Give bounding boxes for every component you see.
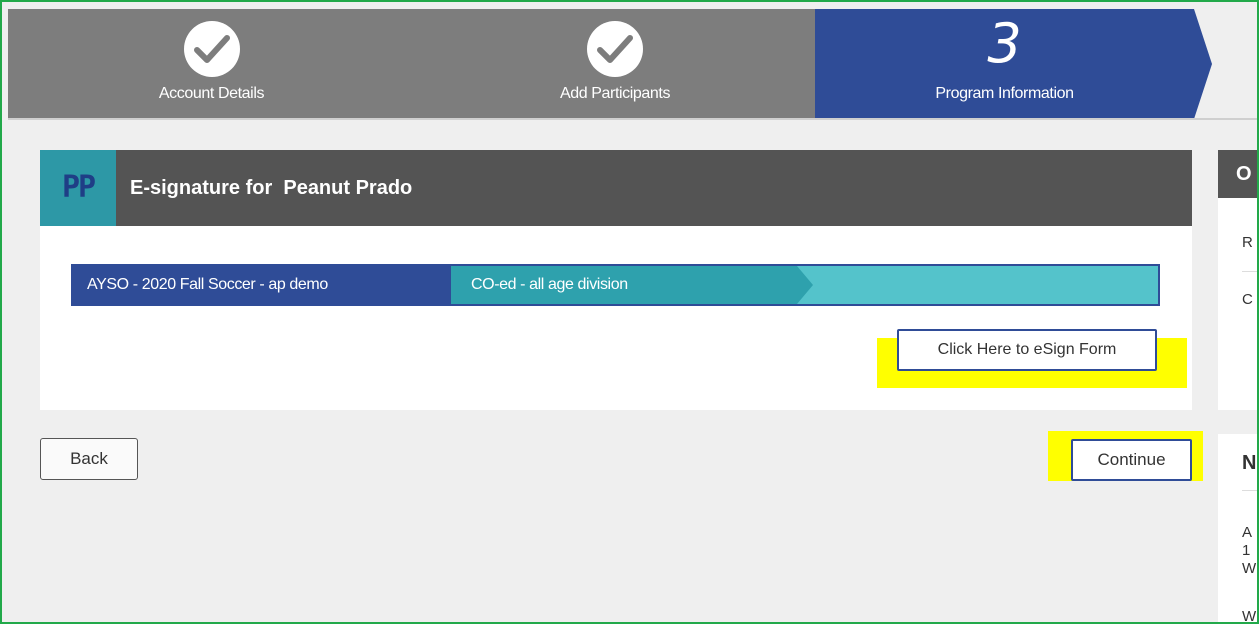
card-title: E-signature for Peanut Prado bbox=[130, 177, 413, 199]
avatar: PP bbox=[40, 150, 116, 226]
program-breadcrumb: AYSO - 2020 Fall Soccer - ap demo CO-ed … bbox=[71, 264, 1160, 306]
esign-form-button[interactable]: Click Here to eSign Form bbox=[897, 329, 1157, 371]
step-add-participants[interactable]: Add Participants bbox=[415, 9, 815, 119]
order-summary-panel: O R C bbox=[1218, 150, 1259, 410]
panel-header: N bbox=[1242, 452, 1257, 474]
panel-text: C bbox=[1242, 291, 1253, 308]
step-label: Program Information bbox=[935, 85, 1074, 102]
divider bbox=[1242, 490, 1259, 491]
panel-header: O bbox=[1218, 150, 1259, 198]
panel-text: R bbox=[1242, 234, 1253, 251]
card-header: PP E-signature for Peanut Prado bbox=[40, 150, 1192, 226]
step-arrow-icon bbox=[1194, 9, 1212, 119]
chevron-right-icon bbox=[435, 266, 451, 304]
check-icon bbox=[183, 21, 240, 77]
continue-button[interactable]: Continue bbox=[1071, 439, 1192, 481]
breadcrumb-program: AYSO - 2020 Fall Soccer - ap demo bbox=[73, 266, 451, 304]
breadcrumb-division: CO-ed - all age division bbox=[435, 266, 797, 304]
step-program-information: 3 Program Information bbox=[815, 9, 1194, 119]
panel-text: W bbox=[1242, 560, 1257, 577]
panel-text: W bbox=[1242, 608, 1257, 624]
step-account-details[interactable]: Account Details bbox=[8, 9, 415, 119]
check-icon bbox=[587, 21, 643, 77]
back-button[interactable]: Back bbox=[40, 438, 138, 480]
step-number: 3 bbox=[987, 12, 1022, 75]
esignature-card: PP E-signature for Peanut Prado AYSO - 2… bbox=[40, 150, 1192, 410]
stepper-divider bbox=[8, 118, 1259, 120]
panel-text: 1 bbox=[1242, 542, 1251, 559]
panel-text: A bbox=[1242, 524, 1253, 541]
progress-stepper: Account Details Add Participants 3 Progr… bbox=[8, 9, 1259, 119]
step-label: Account Details bbox=[158, 85, 265, 102]
notes-panel: N A 1 W W bbox=[1218, 434, 1259, 624]
step-label: Add Participants bbox=[559, 85, 671, 102]
chevron-right-icon bbox=[797, 266, 813, 304]
divider bbox=[1242, 271, 1259, 272]
